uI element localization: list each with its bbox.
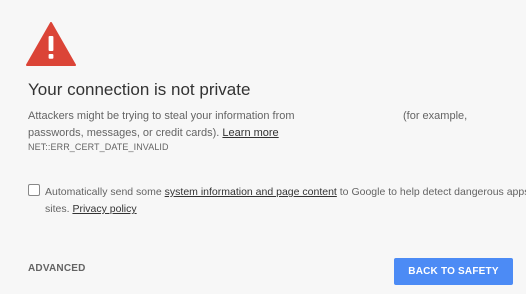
system-information-link[interactable]: system information and page content — [165, 186, 337, 198]
explanation-example-text: (for example, — [403, 110, 468, 122]
privacy-policy-link[interactable]: Privacy policy — [72, 203, 136, 215]
send-report-label: Automatically send some system informati… — [45, 184, 526, 218]
advanced-button[interactable]: ADVANCED — [28, 263, 86, 274]
optin-text: to Google to help detect dangerous apps … — [339, 186, 526, 198]
back-to-safety-button[interactable]: BACK TO SAFETY — [394, 258, 513, 285]
warning-triangle-icon — [26, 22, 76, 66]
optin-text: sites. — [45, 203, 70, 215]
page-title: Your connection is not private — [28, 80, 251, 99]
error-code: NET::ERR_CERT_DATE_INVALID — [28, 142, 169, 152]
explanation-paragraph: Attackers might be trying to steal your … — [28, 108, 498, 142]
send-report-checkbox[interactable] — [28, 184, 40, 196]
explanation-text: passwords, messages, or credit cards). — [28, 127, 220, 139]
explanation-line: Attackers might be trying to steal your … — [28, 108, 498, 125]
explanation-line: passwords, messages, or credit cards). L… — [28, 125, 498, 142]
explanation-text: Attackers might be trying to steal your … — [28, 110, 295, 122]
optin-text: Automatically send some — [45, 186, 162, 198]
learn-more-link[interactable]: Learn more — [222, 127, 278, 139]
